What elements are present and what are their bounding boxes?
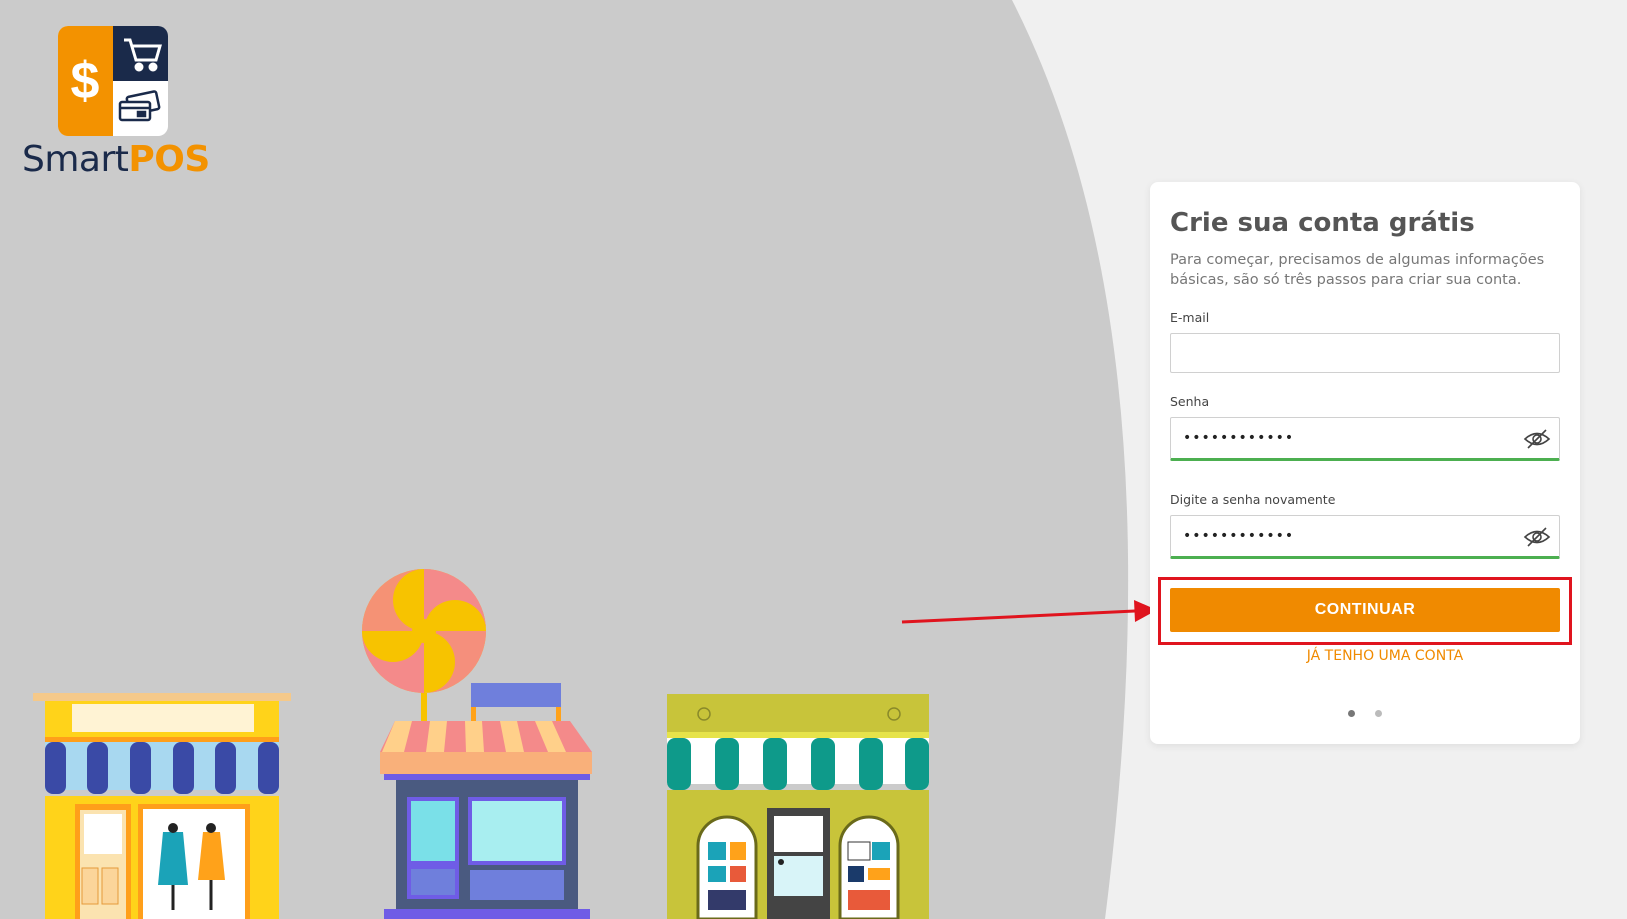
brand-name-smart: Smart (22, 139, 129, 180)
password-confirm-label: Digite a senha novamente (1170, 492, 1336, 507)
password-field[interactable] (1171, 418, 1501, 458)
password-field-container (1170, 417, 1560, 461)
step-dot-1 (1348, 710, 1355, 717)
brand-name: SmartPOS (22, 142, 210, 178)
eye-slash-icon[interactable] (1523, 526, 1551, 548)
brand-name-pos: POS (128, 139, 210, 180)
step-indicator (1348, 710, 1382, 717)
eye-slash-icon[interactable] (1523, 428, 1551, 450)
continue-button[interactable]: CONTINUAR (1170, 588, 1560, 632)
step-dot-2 (1375, 710, 1382, 717)
svg-text:$: $ (71, 52, 100, 110)
email-label: E-mail (1170, 310, 1210, 325)
form-subtitle: Para começar, precisamos de algumas info… (1170, 252, 1545, 288)
signup-card: Crie sua conta grátis Para começar, prec… (1150, 182, 1580, 744)
email-field-container (1170, 333, 1560, 373)
password-confirm-field[interactable] (1171, 516, 1501, 556)
form-title: Crie sua conta grátis (1170, 208, 1475, 238)
password-confirm-field-container (1170, 515, 1560, 559)
email-field[interactable] (1171, 334, 1501, 372)
already-have-account-link[interactable]: JÁ TENHO UMA CONTA (1150, 648, 1620, 664)
password-label: Senha (1170, 394, 1210, 409)
